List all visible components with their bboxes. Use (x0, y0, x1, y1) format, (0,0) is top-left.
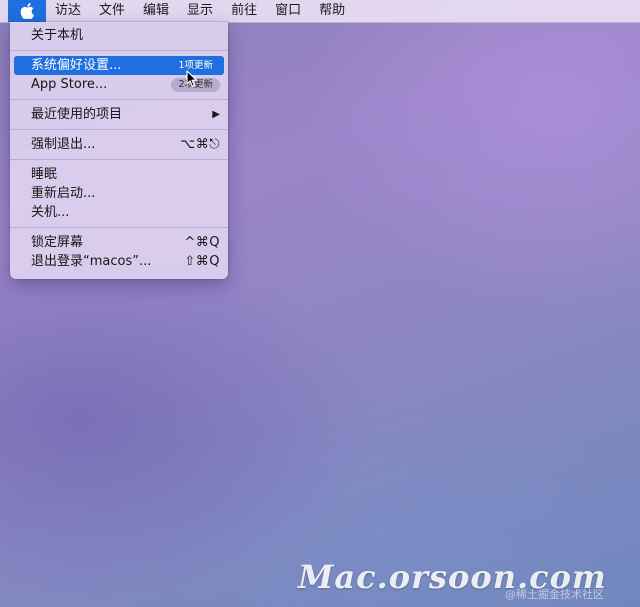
menu-separator (10, 227, 228, 228)
menu-item-label: App Store... (31, 77, 108, 92)
keyboard-shortcut: ^⌘Q (184, 235, 220, 250)
menu-item-label: 退出登录“macos”... (31, 254, 152, 269)
menu-item-label: 强制退出... (31, 137, 96, 152)
menu-window[interactable]: 窗口 (266, 0, 310, 22)
mouse-pointer-icon (186, 70, 198, 88)
menu-view[interactable]: 显示 (178, 0, 222, 22)
menu-go[interactable]: 前往 (222, 0, 266, 22)
menu-item-label: 重新启动... (31, 186, 96, 201)
watermark-community: @稀土掘金技术社区 (505, 588, 604, 601)
apple-dropdown-menu: 关于本机 系统偏好设置... 1项更新 App Store... 2项更新 最近… (10, 22, 228, 279)
menu-item-label: 睡眠 (31, 167, 58, 182)
menu-item-force-quit[interactable]: 强制退出... ⌥⌘⎋ (10, 135, 228, 154)
submenu-arrow-icon: ▶ (212, 109, 220, 120)
apple-menu-button[interactable] (8, 0, 46, 22)
menu-item-log-out[interactable]: 退出登录“macos”... ⇧⌘Q (10, 252, 228, 271)
menu-item-shutdown[interactable]: 关机... (10, 203, 228, 222)
menu-separator (10, 99, 228, 100)
menu-item-lock-screen[interactable]: 锁定屏幕 ^⌘Q (10, 233, 228, 252)
menu-help[interactable]: 帮助 (310, 0, 354, 22)
keyboard-shortcut: ⇧⌘Q (184, 254, 220, 269)
menu-separator (10, 129, 228, 130)
menu-item-label: 锁定屏幕 (31, 235, 84, 250)
menu-separator (10, 159, 228, 160)
menu-edit[interactable]: 编辑 (134, 0, 178, 22)
menu-item-label: 最近使用的项目 (31, 107, 123, 122)
menu-item-label: 关于本机 (31, 28, 84, 43)
apple-logo-icon (20, 3, 34, 19)
menu-item-sleep[interactable]: 睡眠 (10, 165, 228, 184)
menu-item-recent-items[interactable]: 最近使用的项目 ▶ (10, 105, 228, 124)
menu-bar: 访达 文件 编辑 显示 前往 窗口 帮助 (0, 0, 640, 23)
menu-finder[interactable]: 访达 (46, 0, 90, 22)
menu-separator (10, 50, 228, 51)
menu-item-label: 关机... (31, 205, 70, 220)
menu-file[interactable]: 文件 (90, 0, 134, 22)
menu-item-label: 系统偏好设置... (31, 58, 122, 73)
menu-item-about[interactable]: 关于本机 (10, 26, 228, 45)
menu-item-restart[interactable]: 重新启动... (10, 184, 228, 203)
keyboard-shortcut: ⌥⌘⎋ (180, 137, 220, 152)
